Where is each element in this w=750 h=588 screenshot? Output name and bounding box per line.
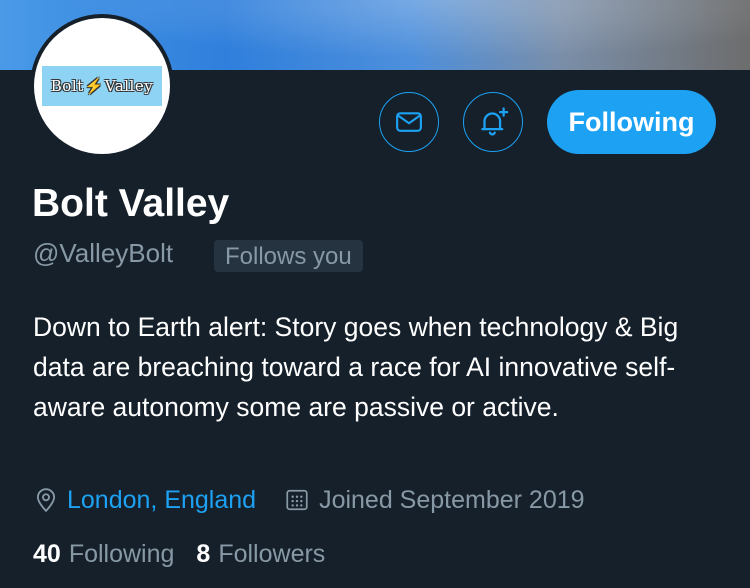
profile-handle: @ValleyBolt: [33, 238, 174, 268]
logo-text-right: Valley: [104, 77, 154, 95]
joined-date: Joined September 2019: [319, 485, 585, 514]
followers-stat[interactable]: 8 Followers: [196, 540, 325, 569]
following-stat[interactable]: 40 Following: [33, 540, 174, 569]
logo-image: Bolt ⚡ Valley: [42, 66, 162, 106]
following-count: 40: [33, 540, 61, 568]
profile-name: Bolt Valley: [32, 182, 230, 225]
avatar-image: Bolt ⚡ Valley: [34, 18, 170, 154]
following-button[interactable]: Following: [547, 90, 716, 154]
bell-plus-icon: [481, 107, 509, 136]
followers-count: 8: [196, 540, 211, 568]
profile-stats: 40 Following 8 Followers: [33, 540, 325, 569]
profile-bio: Down to Earth alert: Story goes when tec…: [33, 312, 679, 422]
avatar[interactable]: Bolt ⚡ Valley: [30, 14, 174, 158]
location-pin-icon: [36, 488, 56, 513]
followers-label: Followers: [218, 540, 326, 568]
location-link[interactable]: London, England: [67, 486, 256, 515]
logo-text-left: Bolt: [50, 77, 84, 95]
calendar-icon: [286, 489, 308, 511]
bolt-icon: ⚡: [84, 77, 104, 95]
follows-you-badge: Follows you: [214, 240, 363, 272]
following-label: Following: [68, 540, 175, 568]
message-button[interactable]: [379, 92, 439, 152]
envelope-icon: [396, 112, 422, 132]
profile-meta: London, England Joined September 2019: [33, 482, 585, 518]
notifications-button[interactable]: [463, 92, 523, 152]
